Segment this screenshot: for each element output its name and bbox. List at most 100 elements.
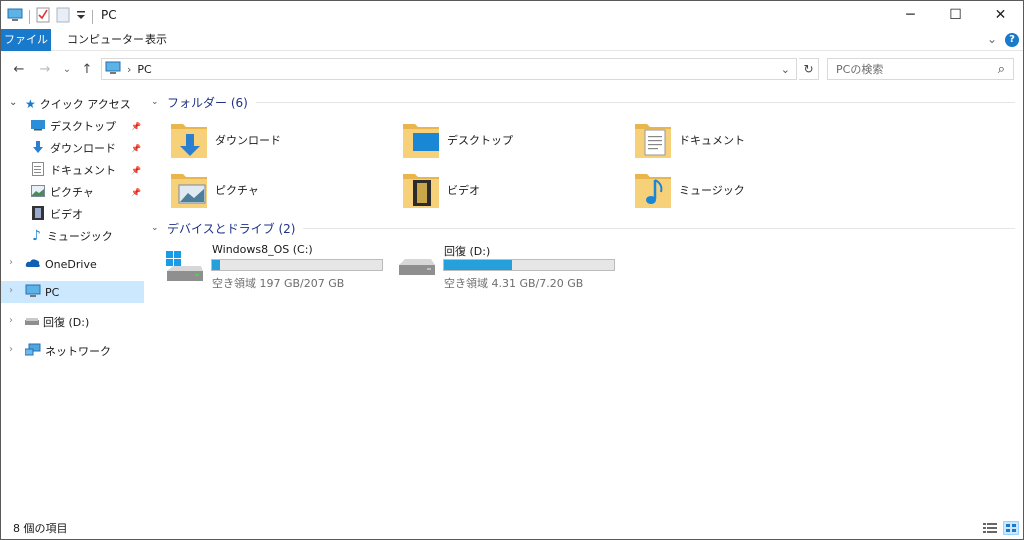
videos-folder-icon (401, 168, 441, 213)
nav-label: OneDrive (45, 257, 97, 271)
documents-folder-icon (633, 118, 673, 163)
nav-label: PC (45, 285, 60, 299)
pin-icon[interactable]: 📌 (131, 144, 141, 153)
details-view-icon[interactable] (983, 522, 997, 537)
pin-icon[interactable]: 📌 (131, 122, 141, 131)
close-button[interactable]: ✕ (978, 1, 1023, 29)
music-folder-icon (633, 168, 673, 213)
drive-usage-fill (212, 260, 221, 270)
pictures-folder-icon (169, 168, 209, 213)
new-folder-icon[interactable] (56, 7, 70, 26)
group-label: デバイスとドライブ (2) (167, 221, 296, 236)
chevron-down-icon[interactable]: ⌄ (151, 97, 167, 107)
folder-label: ミュージック (679, 184, 745, 197)
chevron-right-icon[interactable]: › (9, 344, 13, 355)
folder-documents[interactable]: ドキュメント (633, 117, 853, 163)
nav-label: ビデオ (50, 208, 83, 221)
tab-file[interactable]: ファイル (1, 29, 51, 51)
chevron-right-icon[interactable]: › (9, 257, 13, 268)
download-icon (31, 140, 45, 157)
title-bar: PC ─ ☐ ✕ (1, 1, 1023, 29)
group-label: フォルダー (6) (167, 95, 248, 110)
nav-label: 回復 (D:) (43, 316, 90, 329)
chevron-down-icon[interactable]: ⌄ (151, 223, 167, 233)
pc-icon (105, 61, 121, 78)
chevron-right-icon[interactable]: › (9, 315, 13, 326)
tiles-view-icon[interactable] (1003, 521, 1019, 535)
ribbon-tabs: ファイル コンピューター 表示 ⌄ ? (1, 29, 1023, 51)
refresh-button[interactable]: ↻ (799, 58, 819, 80)
nav-item-drive-d[interactable]: › 回復 (D:) (1, 311, 144, 333)
navigation-pane: ⌄ ★ クイック アクセス デスクトップ 📌 ダウンロード 📌 ドキュメント 📌… (1, 87, 145, 517)
nav-item-downloads[interactable]: ダウンロード 📌 (1, 137, 144, 159)
pc-app-icon[interactable] (7, 8, 23, 25)
cloud-icon (25, 258, 41, 271)
nav-item-quick-access[interactable]: ⌄ ★ クイック アクセス (1, 93, 144, 115)
windows-drive-icon (165, 251, 205, 288)
nav-item-desktop[interactable]: デスクトップ 📌 (1, 115, 144, 137)
drive-d[interactable]: 回復 (D:) 空き領域 4.31 GB/7.20 GB (397, 243, 623, 291)
group-header-folders[interactable]: ⌄ フォルダー (6) (151, 93, 1015, 111)
item-count: 8 個の項目 (13, 522, 68, 535)
film-icon (32, 205, 44, 223)
recent-locations-button[interactable]: ⌄ (59, 61, 75, 77)
nav-item-documents[interactable]: ドキュメント 📌 (1, 159, 144, 181)
nav-label: ドキュメント (50, 164, 116, 177)
picture-icon (31, 184, 45, 200)
network-icon (24, 343, 41, 360)
pin-icon[interactable]: 📌 (131, 188, 141, 197)
status-bar: 8 個の項目 (1, 517, 1023, 539)
address-bar[interactable]: › PC ⌄ (101, 58, 797, 80)
chevron-down-icon[interactable]: ⌄ (9, 97, 17, 108)
help-button[interactable]: ? (1005, 33, 1019, 47)
drive-label: 回復 (D:) (444, 245, 491, 258)
nav-item-videos[interactable]: ビデオ (1, 203, 144, 225)
drive-icon (397, 257, 437, 282)
group-divider (255, 101, 1015, 103)
forward-button[interactable]: → (37, 61, 53, 77)
chevron-right-icon[interactable]: › (9, 285, 13, 296)
nav-label: ダウンロード (50, 142, 116, 155)
nav-label: ピクチャ (50, 186, 94, 199)
folder-label: ダウンロード (215, 134, 281, 147)
pin-icon[interactable]: 📌 (131, 166, 141, 175)
folder-downloads[interactable]: ダウンロード (169, 117, 389, 163)
drive-icon (25, 316, 39, 329)
search-placeholder: PCの検索 (836, 63, 884, 76)
drive-free-space: 空き領域 4.31 GB/7.20 GB (444, 277, 584, 290)
ribbon-expand-button[interactable]: ⌄ (987, 32, 997, 46)
drive-c[interactable]: Windows8_OS (C:) 空き領域 197 GB/207 GB (165, 243, 391, 291)
folder-label: ビデオ (447, 184, 480, 197)
group-divider (303, 227, 1015, 229)
folder-desktop[interactable]: デスクトップ (401, 117, 621, 163)
folder-music[interactable]: ミュージック (633, 167, 853, 213)
nav-item-onedrive[interactable]: › OneDrive (1, 253, 144, 275)
search-icon: ⌕ (997, 61, 1005, 77)
address-dropdown-button[interactable]: ⌄ (781, 63, 790, 76)
breadcrumb-pc[interactable]: PC (137, 63, 151, 76)
nav-item-network[interactable]: › ネットワーク (1, 340, 144, 362)
nav-label: ネットワーク (45, 345, 111, 358)
drive-label: Windows8_OS (C:) (212, 243, 313, 256)
nav-item-music[interactable]: ♪ ミュージック (1, 225, 144, 247)
nav-item-pictures[interactable]: ピクチャ 📌 (1, 181, 144, 203)
toolbar-separator (29, 9, 30, 24)
folder-videos[interactable]: ビデオ (401, 167, 621, 213)
document-icon (32, 161, 44, 179)
properties-icon[interactable] (36, 7, 50, 26)
explorer-window: PC ─ ☐ ✕ ファイル コンピューター 表示 ⌄ ? ← → ⌄ ↑ › P… (0, 0, 1024, 540)
back-button[interactable]: ← (11, 61, 27, 77)
maximize-button[interactable]: ☐ (933, 1, 978, 29)
tab-view[interactable]: 表示 (135, 29, 177, 51)
search-input[interactable]: PCの検索 ⌕ (827, 58, 1014, 80)
toolbar-separator (92, 9, 93, 24)
download-folder-icon (169, 118, 209, 163)
customize-qat-icon[interactable] (76, 9, 86, 24)
up-button[interactable]: ↑ (79, 61, 95, 77)
group-header-drives[interactable]: ⌄ デバイスとドライブ (2) (151, 219, 1015, 237)
nav-item-pc[interactable]: › PC (1, 281, 144, 303)
breadcrumb-separator[interactable]: › (127, 63, 131, 76)
folder-pictures[interactable]: ピクチャ (169, 167, 389, 213)
content-pane: ⌄ フォルダー (6) ダウンロード デスクトップ ドキュメント ピクチャ ビデ… (149, 87, 1019, 517)
minimize-button[interactable]: ─ (888, 1, 933, 29)
